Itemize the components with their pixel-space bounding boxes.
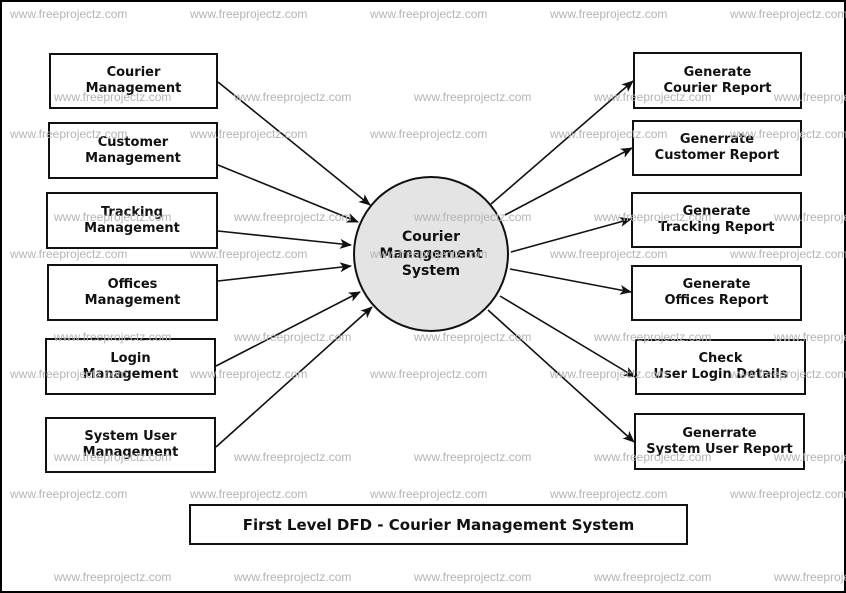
process-courier-management-system: Courier Management System [353,176,509,332]
output-generate-tracking-report: Generate Tracking Report [631,192,802,248]
entity-label: Customer Management [85,134,181,166]
process-label: Courier Management System [379,228,483,279]
entity-customer-management: Customer Management [48,122,218,179]
entity-label: Courier Management [85,65,182,96]
entity-label: Offices Management [84,276,181,308]
entity-label: Login Management [82,350,179,382]
output-label: Generate Courier Report [663,64,772,96]
output-label: Generrate Customer Report [654,132,780,163]
output-generate-offices-report: Generate Offices Report [631,265,802,321]
output-check-user-login-details: Check User Login Details [635,339,806,395]
output-label: Generate Offices Report [664,277,769,308]
entity-system-user-management: System User Management [45,417,216,473]
entity-offices-management: Offices Management [47,264,218,321]
entity-label: System User Management [82,429,179,460]
output-generate-customer-report: Generrate Customer Report [632,120,802,176]
output-label: Generrate System User Report [646,425,793,457]
output-generate-courier-report: Generate Courier Report [633,52,802,109]
diagram-title: First Level DFD - Courier Management Sys… [242,515,635,534]
output-label: Generate Tracking Report [658,204,775,235]
entity-tracking-management: Tracking Management [46,192,218,249]
output-generate-system-user-report: Generrate System User Report [634,413,805,470]
output-label: Check User Login Details [653,351,788,382]
dfd-canvas: Courier Management Customer Management T… [0,0,846,593]
entity-courier-management: Courier Management [49,53,218,109]
diagram-title-box: First Level DFD - Courier Management Sys… [189,504,688,545]
entity-label: Tracking Management [84,204,180,236]
entity-login-management: Login Management [45,338,216,395]
